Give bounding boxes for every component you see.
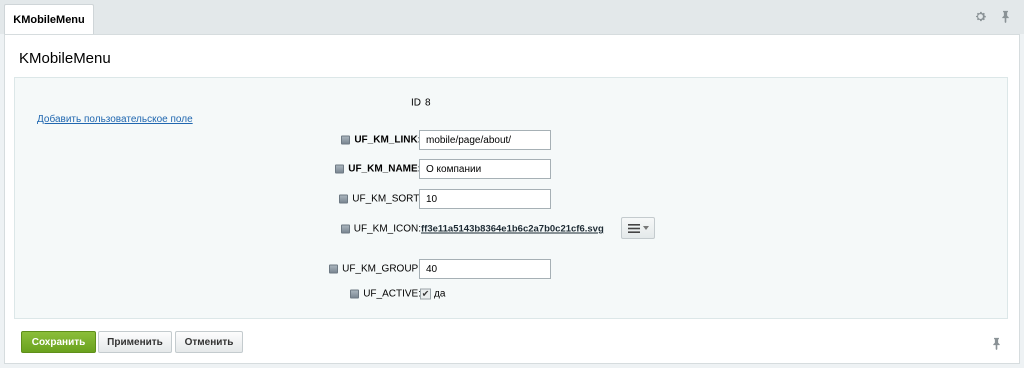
uf-km-sort-label: UF_KM_SORT: (339, 194, 421, 205)
uf-km-link-input[interactable] (419, 130, 551, 150)
hamburger-icon (627, 223, 640, 233)
row-uf-km-group: UF_KM_GROUP: (15, 259, 1009, 279)
id-label: ID (411, 97, 421, 109)
chevron-down-icon (642, 226, 649, 230)
row-id: ID 8 (15, 93, 1009, 113)
page-title: KMobileMenu (19, 50, 111, 67)
cancel-button[interactable]: Отменить (175, 331, 243, 353)
pin-icon[interactable] (990, 337, 1003, 350)
edit-panel: KMobileMenu Добавить пользовательское по… (4, 34, 1020, 364)
row-uf-km-sort: UF_KM_SORT: (15, 189, 1009, 209)
gear-icon[interactable] (974, 10, 987, 23)
tab-kmobilemenu[interactable]: KMobileMenu (4, 4, 94, 35)
uf-km-group-input[interactable] (419, 259, 551, 279)
help-icon[interactable] (350, 289, 360, 299)
help-icon[interactable] (340, 224, 350, 234)
save-button[interactable]: Сохранить (21, 331, 96, 353)
uf-km-group-label: UF_KM_GROUP: (329, 264, 421, 275)
file-menu-button[interactable] (621, 217, 655, 239)
help-icon[interactable] (335, 164, 345, 174)
uf-km-sort-input[interactable] (419, 189, 551, 209)
uf-km-name-input[interactable] (419, 159, 551, 179)
add-user-field-link[interactable]: Добавить пользовательское поле (37, 114, 193, 125)
uf-active-option-label: да (434, 288, 446, 300)
help-icon[interactable] (341, 135, 351, 145)
id-value: 8 (425, 97, 431, 109)
row-uf-km-icon: UF_KM_ICON: ff3e11a5143b8364e1b6c2a7b0c2… (15, 217, 1009, 239)
help-icon[interactable] (339, 194, 349, 204)
help-icon[interactable] (329, 264, 339, 274)
form-area: Добавить пользовательское поле ID 8 UF_K… (14, 77, 1008, 319)
uf-active-checkbox[interactable]: ✔ (420, 288, 431, 300)
pin-icon[interactable] (999, 10, 1012, 23)
row-uf-active: UF_ACTIVE: ✔ да (15, 284, 1009, 304)
tab-bar-actions (974, 10, 1012, 23)
row-uf-km-name: UF_KM_NAME: (15, 159, 1009, 179)
row-uf-km-link: UF_KM_LINK: (15, 130, 1009, 150)
tab-bar: KMobileMenu (0, 0, 1024, 35)
uf-km-icon-file-link[interactable]: ff3e11a5143b8364e1b6c2a7b0c21cf6.svg (421, 224, 604, 235)
uf-active-label: UF_ACTIVE: (350, 289, 421, 300)
uf-km-icon-label: UF_KM_ICON: (340, 224, 421, 235)
apply-button[interactable]: Применить (98, 331, 172, 353)
uf-km-name-label: UF_KM_NAME: (335, 164, 421, 175)
uf-km-link-label: UF_KM_LINK: (341, 135, 421, 146)
